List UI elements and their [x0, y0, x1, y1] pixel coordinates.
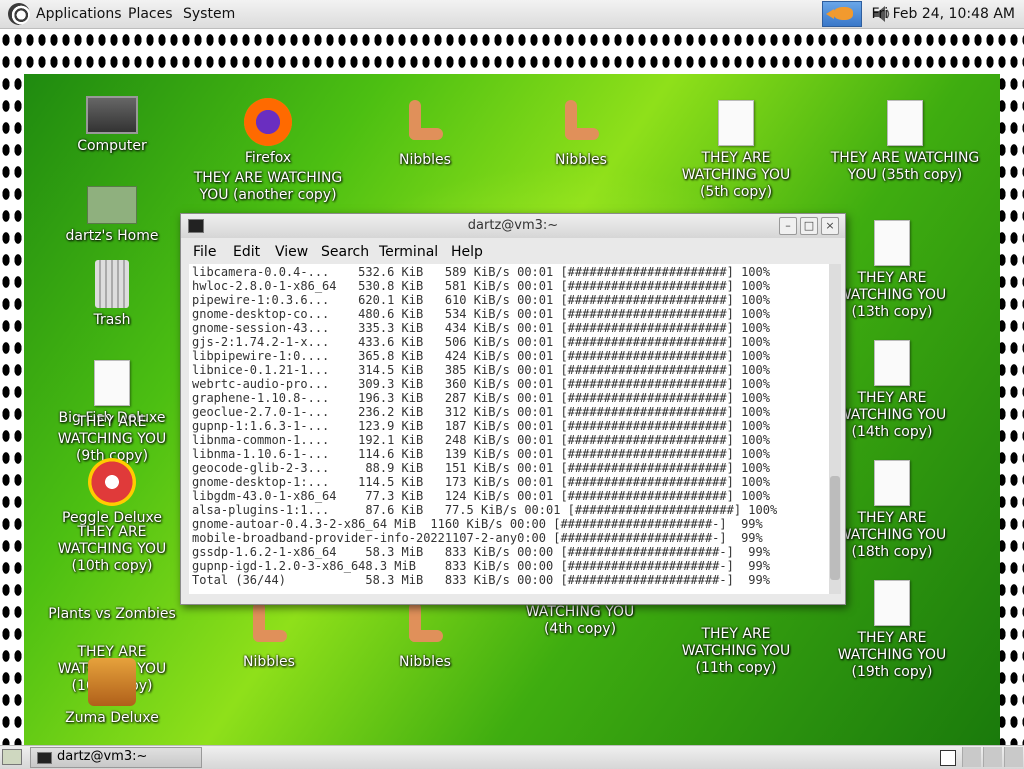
gnome-foot-icon[interactable]: [8, 3, 30, 25]
terminal-output[interactable]: libcamera-0.0.4-... 532.6 KiB 589 KiB/s …: [189, 264, 829, 594]
clock[interactable]: Fri Feb 24, 10:48 AM: [871, 6, 1015, 22]
terminal-line: gssdp-1.6.2-1-x86_64 58.3 MiB 833 KiB/s …: [192, 545, 770, 559]
terminal-line: gnome-session-43... 335.3 KiB 434 KiB/s …: [192, 321, 770, 335]
document-icon: [874, 460, 910, 506]
terminal-line: libnice-0.1.21-1... 314.5 KiB 385 KiB/s …: [192, 363, 770, 377]
document-icon: [887, 100, 923, 146]
minimize-button[interactable]: –: [779, 217, 797, 235]
terminal-icon: [37, 752, 52, 764]
desktop-icon-watching-18[interactable]: THEY ARE WATCHING YOU (18th copy): [827, 460, 957, 561]
desktop-icon-watching-10[interactable]: THEY ARE WATCHING YOU (10th copy): [47, 524, 177, 575]
desktop-icon-watching-14[interactable]: THEY ARE WATCHING YOU (14th copy): [827, 340, 957, 441]
terminal-menubar: File Edit View Search Terminal Help: [181, 238, 845, 264]
desktop-icon-trash[interactable]: Trash: [47, 260, 177, 329]
desktop-icon-watching-another[interactable]: THEY ARE WATCHING YOU (another copy): [191, 170, 345, 204]
desktop-icon-nibbles-2[interactable]: Nibbles: [516, 100, 646, 169]
terminal-line: graphene-1.10.8-... 196.3 KiB 287 KiB/s …: [192, 391, 770, 405]
terminal-scrollbar[interactable]: [829, 264, 841, 594]
terminal-line: gjs-2:1.74.2-1-x... 433.6 KiB 506 KiB/s …: [192, 335, 770, 349]
workspace-switcher-2[interactable]: [962, 747, 981, 767]
desktop-icon-watching-4[interactable]: WATCHING YOU (4th copy): [515, 604, 645, 638]
desktop-icon-watching-19[interactable]: THEY ARE WATCHING YOU (19th copy): [827, 580, 957, 681]
menu-view[interactable]: View: [275, 244, 308, 260]
desktop-icon-nibbles-3[interactable]: Nibbles: [204, 602, 334, 671]
worm-icon: [249, 602, 289, 650]
computer-icon: [86, 96, 138, 134]
desktop-icon-nibbles-4[interactable]: Nibbles: [360, 602, 490, 671]
menu-edit[interactable]: Edit: [233, 244, 260, 260]
document-icon: [874, 340, 910, 386]
terminal-line: libgdm-43.0-1-x86_64 77.3 KiB 124 KiB/s …: [192, 489, 770, 503]
desktop-icon-computer[interactable]: Computer: [47, 96, 177, 155]
desktop-icon-peggle[interactable]: Peggle Deluxe: [47, 458, 177, 527]
desktop-icon-plants[interactable]: Plants vs Zombies: [47, 606, 177, 623]
desktop-icon-nibbles-1[interactable]: Nibbles: [360, 100, 490, 169]
worm-icon: [405, 100, 445, 148]
terminal-line: gnome-desktop-co... 480.6 KiB 534 KiB/s …: [192, 307, 770, 321]
terminal-line: pipewire-1:0.3.6... 620.1 KiB 610 KiB/s …: [192, 293, 770, 307]
desktop-icon-zuma[interactable]: Zuma Deluxe: [47, 658, 177, 727]
bottom-panel: dartz@vm3:~: [0, 745, 1024, 769]
menu-places[interactable]: Places: [128, 6, 173, 22]
terminal-line: geoclue-2.7.0-1-... 236.2 KiB 312 KiB/s …: [192, 405, 770, 419]
scrollbar-thumb[interactable]: [830, 476, 840, 580]
terminal-line: gnome-autoar-0.4.3-2-x86_64 MiB 1160 KiB…: [192, 517, 763, 531]
peggle-icon: [88, 458, 136, 506]
desktop-icon-watching-11[interactable]: THEY ARE WATCHING YOU (11th copy): [671, 626, 801, 677]
top-panel: Applications Places System Fri Feb 24, 1…: [0, 0, 1024, 29]
desktop-icon-watching-35[interactable]: THEY ARE WATCHING YOU (35th copy): [820, 100, 990, 184]
terminal-line: webrtc-audio-pro... 309.3 KiB 360 KiB/s …: [192, 377, 770, 391]
menu-system[interactable]: System: [183, 6, 235, 22]
terminal-line: gupnp-igd-1.2.0-3-x86_648.3 MiB 833 KiB/…: [192, 559, 770, 573]
menu-applications[interactable]: Applications: [36, 6, 122, 22]
desktop-icon-watching-5[interactable]: THEY ARE WATCHING YOU (5th copy): [671, 100, 801, 201]
firefox-icon: [244, 98, 292, 146]
document-icon: [94, 360, 130, 406]
zuma-icon: [88, 658, 136, 706]
terminal-line: libnma-common-1.... 192.1 KiB 248 KiB/s …: [192, 433, 770, 447]
desktop-icon-firefox[interactable]: Firefox: [203, 98, 333, 167]
terminal-titlebar[interactable]: dartz@vm3:~ – □ ×: [181, 214, 845, 238]
show-desktop-icon[interactable]: [2, 749, 22, 765]
terminal-line: gnome-desktop-1:... 114.5 KiB 173 KiB/s …: [192, 475, 770, 489]
terminal-window[interactable]: dartz@vm3:~ – □ × File Edit View Search …: [180, 213, 846, 605]
terminal-line: libnma-1.10.6-1-... 114.6 KiB 139 KiB/s …: [192, 447, 770, 461]
worm-icon: [561, 100, 601, 148]
menu-search[interactable]: Search: [321, 244, 369, 260]
terminal-line: hwloc-2.8.0-1-x86_64 530.8 KiB 581 KiB/s…: [192, 279, 770, 293]
terminal-line: Total (36/44) 58.3 MiB 833 KiB/s 00:00 […: [192, 573, 770, 587]
document-icon: [718, 100, 754, 146]
menu-terminal[interactable]: Terminal: [379, 244, 438, 260]
terminal-line: libcamera-0.0.4-... 532.6 KiB 589 KiB/s …: [192, 265, 770, 279]
document-icon: [874, 580, 910, 626]
menu-help[interactable]: Help: [451, 244, 483, 260]
terminal-line: alsa-plugins-1:1... 87.6 KiB 77.5 KiB/s …: [192, 503, 778, 517]
workspace-switcher-4[interactable]: [1004, 747, 1023, 767]
window-title: dartz@vm3:~: [467, 218, 559, 233]
workspace-switcher-3[interactable]: [983, 747, 1002, 767]
desktop-icon-watching-13[interactable]: THEY ARE WATCHING YOU (13th copy): [827, 220, 957, 321]
maximize-button[interactable]: □: [800, 217, 818, 235]
menu-file[interactable]: File: [193, 244, 216, 260]
desktop-icon-home[interactable]: dartz's Home: [47, 178, 177, 245]
terminal-line: gupnp-1:1.6.3-1-... 123.9 KiB 187 KiB/s …: [192, 419, 770, 433]
terminal-line: libpipewire-1:0.... 365.8 KiB 424 KiB/s …: [192, 349, 770, 363]
document-icon: [874, 220, 910, 266]
terminal-line: geocode-glib-2-3... 88.9 KiB 151 KiB/s 0…: [192, 461, 770, 475]
workspace-switcher-1[interactable]: [940, 750, 956, 766]
terminal-line: mobile-broadband-provider-info-20221107-…: [192, 531, 763, 545]
worm-icon: [405, 602, 445, 650]
taskbar-terminal-button[interactable]: dartz@vm3:~: [30, 747, 202, 768]
fish-applet-icon[interactable]: [822, 1, 862, 27]
home-folder-icon: [87, 186, 137, 224]
trash-icon: [95, 260, 129, 308]
close-button[interactable]: ×: [821, 217, 839, 235]
